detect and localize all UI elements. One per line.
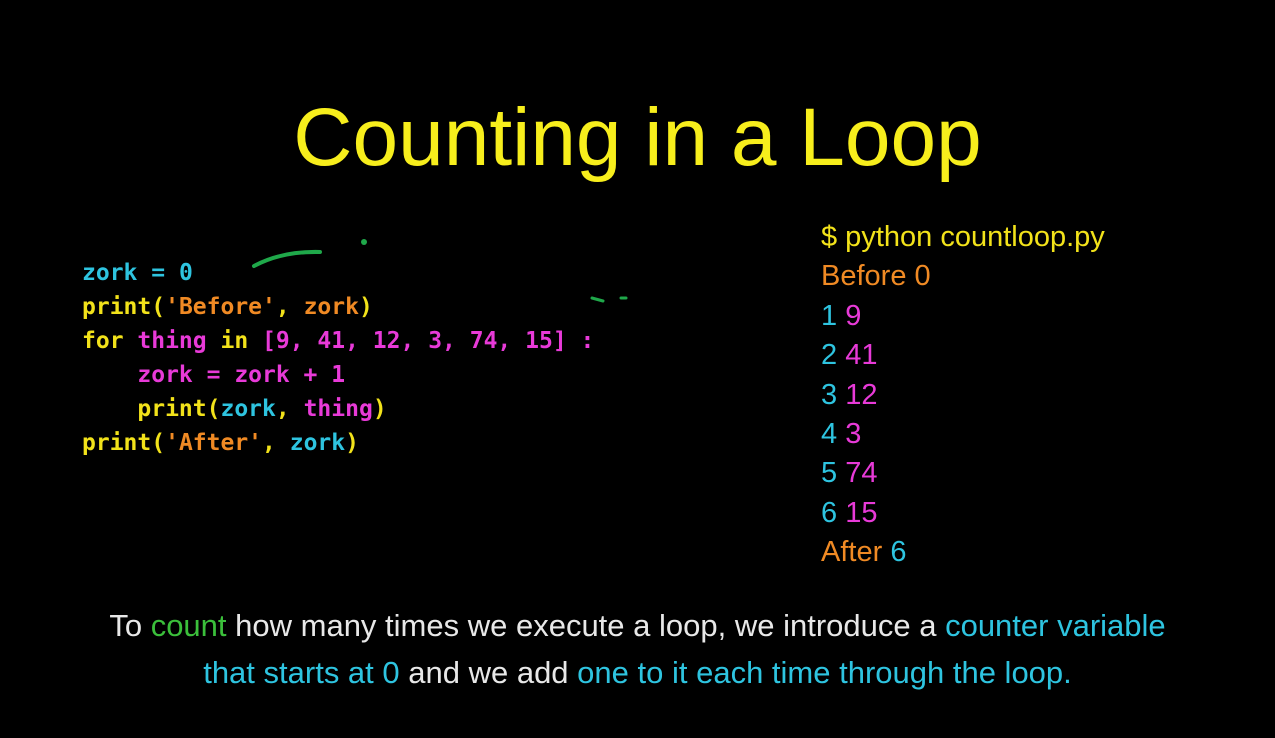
- caption-segment: To: [109, 608, 151, 643]
- code-token: [9, 41, 12, 3, 74, 15]: [262, 328, 567, 354]
- output-token: 12: [845, 378, 878, 411]
- code-token: ): [345, 430, 359, 456]
- output-line: 1 9: [821, 297, 1105, 336]
- caption-segment: count: [150, 608, 227, 643]
- output-token: 6: [821, 496, 846, 529]
- code-token: ): [358, 294, 373, 320]
- code-token: 'Before': [165, 294, 276, 320]
- output-line: 3 12: [821, 376, 1105, 415]
- output-token: 3: [845, 417, 862, 450]
- code-token: ,: [275, 396, 304, 422]
- code-token: print(: [82, 294, 166, 320]
- output-line: 2 41: [821, 336, 1105, 375]
- output-token: 3: [821, 378, 846, 411]
- slide-title: Counting in a Loop: [293, 92, 982, 183]
- code-token: ,: [275, 294, 304, 320]
- caption: To count how many times we execute a loo…: [0, 602, 1275, 696]
- code-token: thing: [137, 328, 207, 354]
- code-line: zork = 0: [82, 256, 594, 290]
- output-token: After: [821, 536, 891, 569]
- code-line: for thing in [9, 41, 12, 3, 74, 15] :: [82, 324, 594, 358]
- output-line: $ python countloop.py: [821, 218, 1105, 257]
- caption-segment: one to it each time through the loop.: [577, 655, 1072, 690]
- code-token: zork = zork + 1: [137, 362, 346, 388]
- output-line: After 6: [821, 533, 1105, 572]
- code-token: zork: [82, 260, 138, 286]
- output-token: $ python countloop.py: [821, 221, 1105, 253]
- output-line: Before 0: [821, 257, 1105, 296]
- code-token: zork: [303, 294, 359, 320]
- code-line: print('Before', zork): [82, 290, 594, 324]
- code-token: print(: [82, 430, 166, 456]
- output-token: 4: [821, 417, 846, 450]
- caption-segment: and we add: [399, 655, 578, 690]
- code-token: ,: [262, 430, 290, 456]
- code-token: ): [372, 396, 387, 422]
- caption-segment: counter variable: [945, 608, 1166, 643]
- code-line: print('After', zork): [82, 426, 594, 460]
- output-token: Before 0: [821, 260, 931, 293]
- code-token: 0: [178, 260, 193, 286]
- output-token: 74: [845, 457, 878, 490]
- code-line: print(zork, thing): [82, 392, 594, 426]
- code-token: =: [137, 260, 179, 286]
- pen-dot: [361, 239, 367, 245]
- caption-segment: that starts at 0: [203, 655, 400, 690]
- code-token: zork: [289, 430, 346, 456]
- code-token: in: [206, 328, 263, 354]
- caption-row: that starts at 0 and we add one to it ea…: [0, 649, 1275, 696]
- code-block: zork = 0 print('Before', zork) for thing i…: [82, 256, 594, 460]
- code-token: zork: [220, 396, 276, 422]
- output-token: 5: [821, 457, 846, 490]
- output-token: 1: [821, 299, 846, 332]
- output-token: 15: [845, 496, 878, 529]
- output-token: 9: [845, 299, 862, 332]
- output-line: 4 3: [821, 415, 1105, 454]
- caption-row: To count how many times we execute a loo…: [0, 602, 1275, 649]
- output-token: 2: [821, 339, 846, 372]
- code-token: :: [566, 328, 595, 354]
- output-token: 41: [845, 339, 878, 372]
- output-token: 6: [890, 536, 907, 569]
- code-line: zork = zork + 1: [82, 358, 594, 392]
- code-token: for: [82, 328, 138, 354]
- output-line: 5 74: [821, 454, 1105, 493]
- code-token: 'After': [165, 430, 263, 456]
- code-token: print(: [137, 396, 221, 422]
- output-line: 6 15: [821, 494, 1105, 533]
- caption-segment: how many times we execute a loop, we int…: [226, 608, 946, 643]
- code-token: thing: [303, 396, 373, 422]
- terminal-output: $ python countloop.py Before 01 92 41 3 12…: [821, 218, 1105, 573]
